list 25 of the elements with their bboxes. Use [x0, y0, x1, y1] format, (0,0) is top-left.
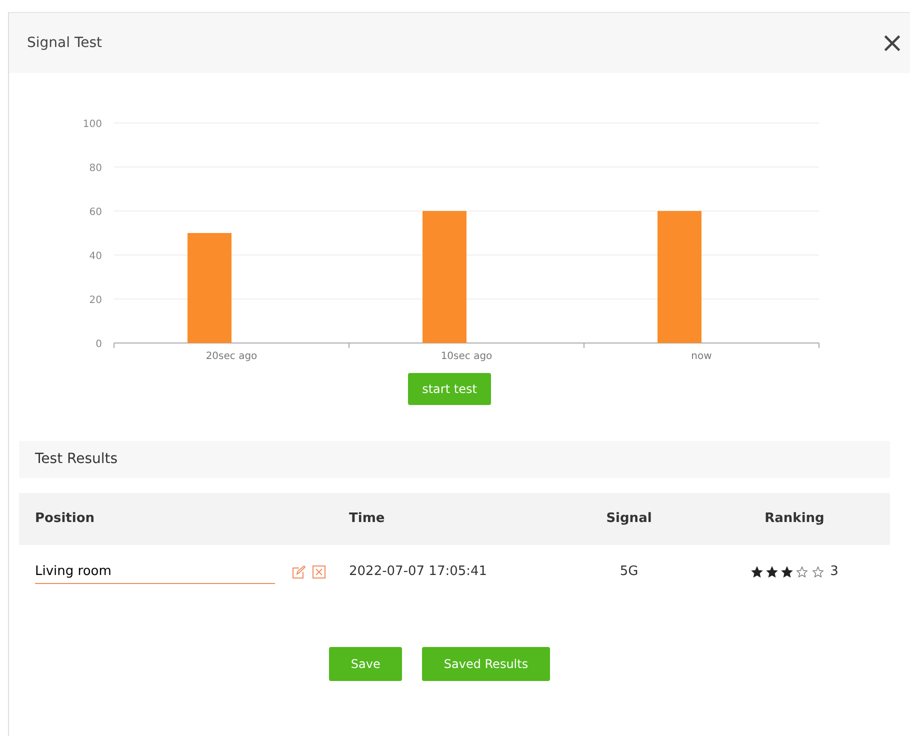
- saved-results-button[interactable]: Saved Results: [422, 647, 550, 681]
- delete-icon[interactable]: [312, 565, 326, 579]
- time-cell: 2022-07-07 17:05:41: [349, 564, 488, 580]
- axis-category-label: 20sec ago: [206, 351, 258, 362]
- dialog-title: Signal Test: [27, 34, 102, 52]
- axis-tick-label: 0: [96, 339, 102, 350]
- column-header: Position: [35, 511, 95, 526]
- close-button[interactable]: ×: [880, 29, 904, 57]
- axis-tick-label: 20: [89, 295, 102, 306]
- column-header: Time: [349, 511, 385, 526]
- axis-category-label: 10sec ago: [440, 351, 492, 362]
- column-header: Signal: [606, 511, 652, 526]
- axis-category-label: now: [691, 351, 712, 362]
- axis-tick-label: 100: [82, 119, 102, 130]
- signal-cell: 5G: [620, 564, 638, 580]
- column-header: Ranking: [764, 511, 824, 526]
- axis-tick-label: 40: [89, 251, 102, 262]
- section-title: Test Results: [19, 441, 890, 478]
- start-test-button[interactable]: start test: [408, 373, 491, 405]
- edit-icon[interactable]: [292, 565, 306, 579]
- axis-tick-label: 60: [89, 207, 102, 218]
- ranking-value: 3: [830, 563, 838, 582]
- axis-tick-label: 80: [89, 163, 102, 174]
- save-button[interactable]: Save: [328, 647, 402, 681]
- position-input-field[interactable]: Living room: [35, 560, 275, 584]
